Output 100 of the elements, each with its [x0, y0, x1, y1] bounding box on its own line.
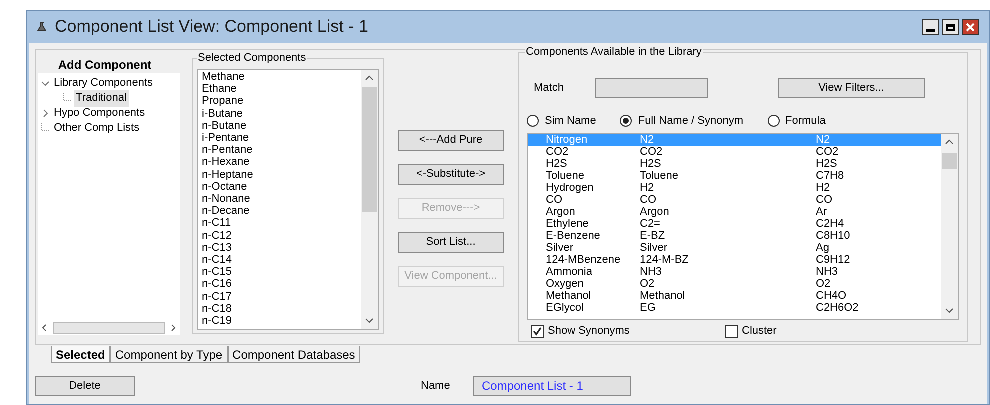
flask-icon	[37, 22, 47, 32]
match-label: Match	[533, 80, 565, 96]
formula-cell: Ar	[816, 206, 827, 218]
tab[interactable]: Component by Type	[110, 346, 228, 363]
tree-item[interactable]: Hypo Components	[52, 105, 148, 122]
library-row[interactable]: Methanol Methanol CH4O	[528, 290, 941, 302]
radio-label: Full Name / Synonym	[638, 114, 744, 129]
action-button[interactable]: Sort List...	[398, 232, 504, 253]
list-item[interactable]: n-Butane	[202, 120, 361, 132]
list-item[interactable]: Methane	[202, 71, 361, 84]
checkbox[interactable]	[531, 324, 544, 338]
radio-label: Sim Name	[545, 114, 596, 129]
name-field[interactable]: Component List - 1	[473, 376, 631, 396]
library-row[interactable]: Silver Silver Ag	[528, 242, 941, 254]
library-row[interactable]: E-Benzene E-BZ C8H10	[528, 230, 941, 242]
list-item[interactable]: n-Octane	[202, 180, 361, 194]
library-row[interactable]: CO2 CO2 CO2	[528, 146, 941, 158]
synonym-cell-text: E-BZ	[640, 230, 666, 242]
formula-cell: O2	[816, 278, 831, 290]
list-item[interactable]: n-C17	[202, 290, 361, 303]
library-row[interactable]: Ethylene C2= C2H4	[528, 218, 941, 230]
formula-cell: C2H6O2	[816, 302, 859, 314]
scrollbar-thumb[interactable]	[53, 322, 165, 334]
close-button[interactable]	[962, 19, 979, 35]
name-cell-text: Methanol	[546, 290, 592, 302]
radio-button[interactable]	[768, 115, 780, 127]
action-button[interactable]: <-Substitute->	[398, 164, 504, 185]
name-cell-text: CO	[546, 194, 564, 206]
radio-button[interactable]	[527, 115, 539, 127]
library-row[interactable]: 124-MBenzene 124-M-BZ C9H12	[528, 254, 941, 266]
close-icon[interactable]	[966, 22, 975, 32]
action-button[interactable]: <---Add Pure	[398, 130, 504, 151]
section-title: Add Component	[57, 57, 153, 72]
list-item[interactable]: n-C14	[202, 254, 361, 266]
name-cell-text: Hydrogen	[546, 182, 595, 194]
name-cell-text: Toluene	[546, 170, 586, 182]
formula-cell: C2H4	[816, 218, 844, 230]
synonym-cell-text: Argon	[640, 206, 670, 218]
library-row[interactable]: Oxygen O2 O2	[528, 278, 941, 290]
library-row[interactable]: Toluene Toluene C7H8	[528, 170, 941, 182]
scrollbar-thumb[interactable]	[942, 153, 957, 169]
library-row[interactable]: CO CO CO	[528, 194, 941, 206]
list-item[interactable]: n-C18	[202, 302, 361, 316]
tab[interactable]: Selected	[51, 346, 110, 363]
synonym-cell-text: CO	[640, 194, 658, 206]
scrollbar[interactable]	[941, 134, 958, 319]
list-item[interactable]: n-Heptane	[202, 168, 361, 181]
list-item[interactable]: n-Pentane	[202, 144, 361, 156]
list-item[interactable]: i-Butane	[202, 108, 361, 120]
list-item[interactable]: i-Pentane	[202, 132, 361, 144]
name-cell-text: CO2	[546, 146, 570, 158]
selected-components-list[interactable]: Methane Ethane Propane i-Butane n-Butane i-Pentane n-Pentane n-Hexane n-Heptane n-Octane n-Nonane n-Decane n-C11 n-C12 n-C13 n-C14 n-C15 n-C16 n-C17 n-C18 n-C19	[197, 69, 379, 330]
list-item[interactable]: n-C15	[202, 266, 361, 278]
list-item[interactable]: n-C11	[202, 217, 361, 230]
library-row[interactable]: Argon Argon Ar	[528, 206, 941, 218]
library-list[interactable]	[527, 133, 959, 320]
delete-button[interactable]: Delete	[35, 376, 135, 396]
name-cell-text: Ammonia	[546, 266, 594, 278]
synonym-cell-text: Methanol	[640, 290, 686, 302]
name-label: Name	[421, 378, 452, 394]
tree-item[interactable]: Other Comp Lists	[52, 120, 142, 137]
checkbox[interactable]	[725, 324, 738, 338]
list-item[interactable]: n-C19	[202, 315, 361, 328]
list-item[interactable]: n-C12	[202, 230, 361, 242]
formula-cell: CH4O	[816, 290, 847, 302]
name-cell-text: Nitrogen	[546, 134, 589, 146]
view-filters-button[interactable]: View Filters...	[778, 78, 925, 98]
formula-cell: CO	[816, 194, 832, 206]
name-cell-text: EGlycol	[546, 302, 585, 314]
match-field[interactable]	[595, 78, 708, 98]
tab[interactable]: Component Databases	[228, 346, 360, 363]
name-cell-text: Argon	[546, 206, 576, 218]
name-cell-text: Silver	[546, 242, 575, 254]
chevron-down-icon[interactable]	[41, 79, 50, 88]
synonym-cell-text: O2	[640, 278, 656, 290]
list-item[interactable]: n-Decane	[202, 205, 361, 218]
tree-item[interactable]: Library Components	[52, 75, 156, 92]
synonym-cell-text: EG	[640, 302, 657, 314]
minimize-button[interactable]	[922, 19, 939, 35]
window-title: Component List View: Component List - 1	[55, 16, 368, 38]
scrollbar-thumb[interactable]	[362, 87, 377, 212]
formula-cell: C7H8	[816, 170, 844, 182]
checkbox-label: Cluster	[742, 324, 777, 339]
library-row[interactable]: Ammonia NH3 NH3	[528, 266, 941, 278]
list-item[interactable]: n-C13	[202, 242, 361, 254]
radio-button[interactable]	[620, 115, 632, 127]
library-row[interactable]: Hydrogen H2 H2	[528, 182, 941, 194]
tree-item[interactable]: Traditional	[74, 90, 129, 107]
list-item[interactable]: Ethane	[202, 83, 361, 96]
list-item[interactable]: n-C16	[202, 278, 361, 291]
chevron-right-icon[interactable]	[41, 109, 50, 118]
list-item[interactable]: n-Nonane	[202, 193, 361, 206]
maximize-button[interactable]	[942, 19, 959, 35]
list-item[interactable]: n-Hexane	[202, 156, 361, 169]
library-row[interactable]: H2S H2S H2S	[528, 158, 941, 170]
library-row[interactable]: EGlycol EG C2H6O2	[528, 302, 941, 314]
synonym-cell-text: C2=	[640, 218, 662, 230]
group-title: Components Available in the Library	[525, 46, 703, 59]
scrollbar[interactable]	[361, 70, 378, 329]
list-item[interactable]: Propane	[202, 95, 361, 108]
